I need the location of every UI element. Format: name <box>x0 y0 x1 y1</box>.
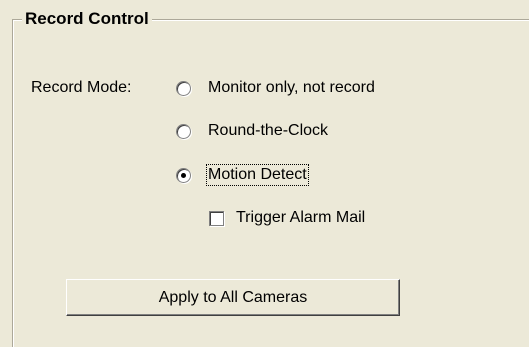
radio-button-round-the-clock[interactable] <box>176 123 191 139</box>
radio-button-monitor-only[interactable] <box>176 80 191 96</box>
radio-monitor-only[interactable]: Monitor only, not record <box>176 77 376 99</box>
record-mode-label: Record Mode: <box>31 79 132 96</box>
apply-to-all-cameras-button[interactable]: Apply to All Cameras <box>66 279 400 316</box>
radio-button-motion-detect[interactable] <box>176 167 191 183</box>
trigger-alarm-mail-checkbox-row[interactable]: Trigger Alarm Mail <box>209 207 365 229</box>
trigger-alarm-mail-checkbox[interactable] <box>209 210 224 226</box>
radio-label-motion-detect[interactable]: Motion Detect <box>206 164 309 186</box>
radio-round-the-clock[interactable]: Round-the-Clock <box>176 120 329 142</box>
group-border-left-highlight <box>13 20 14 347</box>
record-control-group-title: Record Control <box>22 9 152 29</box>
radio-label-round-the-clock[interactable]: Round-the-Clock <box>207 121 329 141</box>
radio-label-monitor-only[interactable]: Monitor only, not record <box>207 78 376 98</box>
radio-motion-detect[interactable]: Motion Detect <box>176 164 309 186</box>
trigger-alarm-mail-label[interactable]: Trigger Alarm Mail <box>236 208 365 228</box>
record-control-panel: Record Control Record Mode: Monitor only… <box>0 0 529 347</box>
